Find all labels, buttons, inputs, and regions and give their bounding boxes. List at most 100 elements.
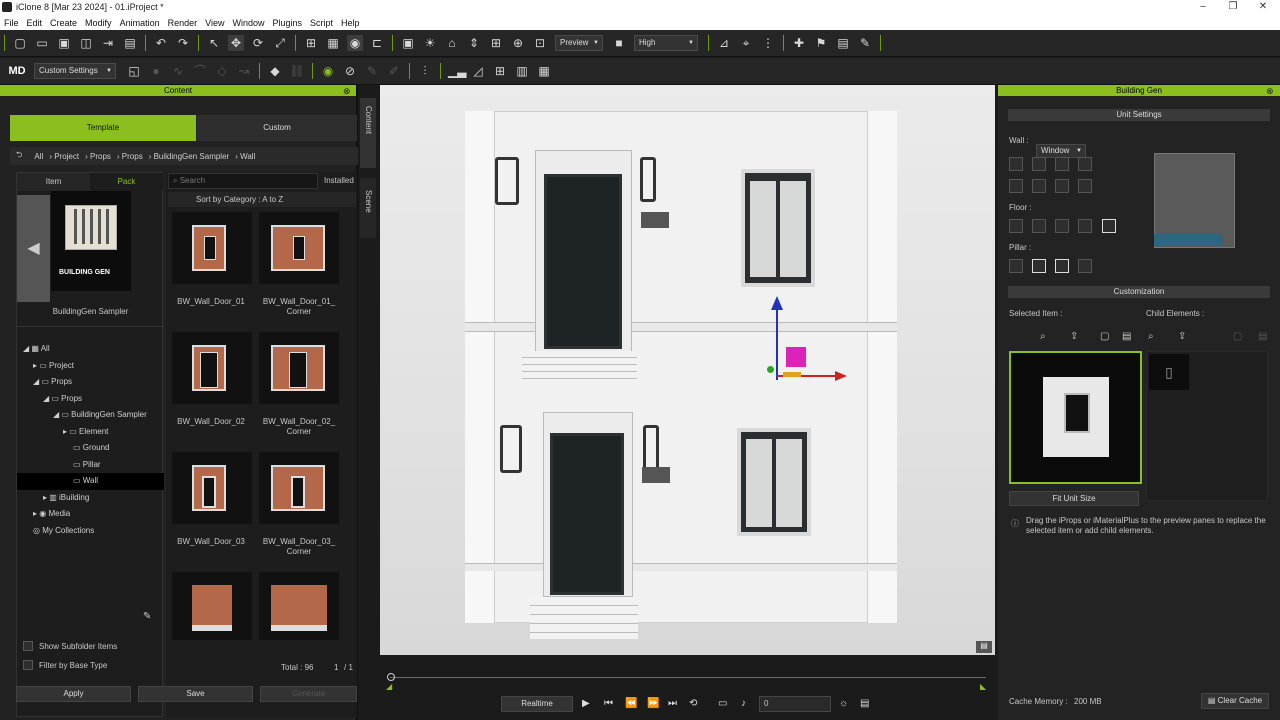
child-add-icon[interactable]: ⇪ (1178, 331, 1186, 342)
tree-buildinggen-sampler[interactable]: ◢ ▭ BuildingGen Sampler (23, 407, 163, 424)
child-paste-icon[interactable]: ▤ (1258, 331, 1267, 342)
pack-thumbnail[interactable]: BUILDING GEN (51, 191, 131, 291)
gizmo-center[interactable] (767, 366, 774, 373)
tree-wall[interactable]: ▭ Wall (17, 473, 164, 490)
perspective-icon[interactable]: ⊡ (532, 35, 548, 51)
undo-icon[interactable]: ↶ (153, 35, 169, 51)
audio-icon[interactable]: ♪ (741, 698, 746, 709)
menu-modify[interactable]: Modify (85, 18, 112, 28)
fit-unit-size-button[interactable]: Fit Unit Size (1009, 491, 1139, 506)
snap-icon[interactable]: ⊞ (303, 35, 319, 51)
side-tab-scene[interactable]: Scene (360, 178, 376, 238)
realtime-dropdown[interactable]: Realtime (501, 696, 573, 712)
camera-icon[interactable]: ■ (611, 35, 627, 51)
pen-icon[interactable]: ✐ (386, 63, 402, 79)
panel-close-icon[interactable]: ⊗ (343, 86, 351, 97)
blend-icon[interactable]: ⊘ (342, 63, 358, 79)
item-thumbnail[interactable] (172, 332, 252, 404)
clipboard-icon[interactable]: ▤ (835, 35, 851, 51)
floor-option-4[interactable] (1078, 219, 1092, 233)
quality-dropdown[interactable]: High (634, 35, 698, 51)
back-icon[interactable]: ⮌ (16, 149, 22, 163)
timeline-track[interactable] (390, 677, 986, 678)
menu-script[interactable]: Script (310, 18, 333, 28)
tree-media[interactable]: ▸ ◉ Media (23, 506, 163, 523)
sort-dropdown[interactable]: Sort by Category : A to Z (168, 192, 356, 207)
filter-base-checkbox[interactable] (23, 660, 33, 670)
wall-option-1[interactable] (1009, 157, 1023, 171)
pillar-option-3[interactable] (1055, 259, 1069, 273)
menu-help[interactable]: Help (341, 18, 360, 28)
transform-icon[interactable]: ⊿ (716, 35, 732, 51)
render-icon[interactable]: ▤ (122, 35, 138, 51)
loop-icon[interactable]: ⟲ (689, 698, 697, 709)
search-input[interactable]: ⌕ Search (168, 173, 318, 189)
pick-icon[interactable]: ✚ (791, 35, 807, 51)
wall-option-7[interactable] (1055, 179, 1069, 193)
circle-icon[interactable]: ◉ (320, 63, 336, 79)
menu-edit[interactable]: Edit (27, 18, 43, 28)
align-tool-icon[interactable]: ⋮ (760, 35, 776, 51)
go-end-icon[interactable]: ⏭ (668, 698, 677, 709)
brush-icon[interactable]: ✎ (364, 63, 380, 79)
tree-my-collections[interactable]: ◎ My Collections (23, 523, 163, 540)
tree-element[interactable]: ▸ ▭ Element (23, 424, 163, 441)
timeline-icon[interactable]: ▤ (860, 698, 869, 709)
item-thumbnail[interactable] (259, 452, 339, 524)
item-thumbnail[interactable] (259, 332, 339, 404)
installed-filter[interactable]: Installed (324, 176, 354, 185)
go-start-icon[interactable]: ⏮ (604, 698, 613, 709)
home-icon[interactable]: ⌂ (444, 35, 460, 51)
subtab-pack[interactable]: Pack (90, 173, 163, 191)
prev-frame-icon[interactable]: ⏪ (625, 698, 637, 709)
tree-project[interactable]: ▸ ▭ Project (23, 358, 163, 375)
item-thumbnail[interactable] (259, 212, 339, 284)
custom-settings-dropdown[interactable]: Custom Settings (34, 63, 116, 79)
prev-arrow-icon[interactable]: ◀ (17, 195, 50, 302)
menu-view[interactable]: View (205, 18, 224, 28)
flag-icon[interactable]: ⚑ (813, 35, 829, 51)
tree-ibuilding[interactable]: ▸ ▥ iBuilding (23, 490, 163, 507)
sliders-icon[interactable]: ⫶ (417, 63, 433, 79)
open-icon[interactable]: ▭ (34, 35, 50, 51)
item-thumbnail[interactable] (172, 212, 252, 284)
save-icon[interactable]: ▣ (56, 35, 72, 51)
wall-option-2[interactable] (1032, 157, 1046, 171)
move-icon[interactable]: ✥ (228, 35, 244, 51)
next-frame-icon[interactable]: ⏩ (647, 698, 659, 709)
align-icon[interactable]: ⊏ (369, 35, 385, 51)
copy-icon[interactable]: ▢ (1100, 331, 1109, 342)
chart-icon[interactable]: ▁▃ (448, 63, 466, 79)
child-search-icon[interactable]: ⌕ (1148, 331, 1154, 342)
mocap-icon[interactable]: ◱ (126, 63, 142, 79)
tool-icon[interactable]: ✎ (857, 35, 873, 51)
3d-viewport[interactable]: ▤ (380, 85, 995, 655)
stage-icon[interactable]: ▣ (400, 35, 416, 51)
select-icon[interactable]: ↖ (206, 35, 222, 51)
child-copy-icon[interactable]: ▢ (1233, 331, 1242, 342)
item-thumbnail[interactable] (172, 572, 252, 640)
tree-all[interactable]: ◢ ▦ All (23, 341, 163, 358)
redo-icon[interactable]: ↷ (175, 35, 191, 51)
gizmo-plane-handle[interactable] (786, 347, 806, 367)
menu-create[interactable]: Create (50, 18, 77, 28)
export-icon[interactable]: ⇥ (100, 35, 116, 51)
wall-option-4[interactable] (1078, 157, 1092, 171)
selected-item-preview[interactable] (1009, 351, 1142, 484)
breadcrumb-project[interactable]: Project (54, 152, 79, 161)
record-icon[interactable]: ● (148, 63, 164, 79)
minimize-icon[interactable]: – (1196, 1, 1210, 14)
floor-option-5[interactable] (1102, 219, 1116, 233)
wall-option-5[interactable] (1009, 179, 1023, 193)
graph-icon[interactable]: ◿ (470, 63, 486, 79)
clear-cache-button[interactable]: ▤ Clear Cache (1201, 693, 1269, 709)
fit-icon[interactable]: ⇕ (466, 35, 482, 51)
path-icon[interactable]: ↝ (236, 63, 252, 79)
side-tab-content[interactable]: Content (360, 98, 376, 168)
tab-template[interactable]: Template (10, 115, 196, 141)
gizmo-y-axis[interactable] (776, 300, 778, 380)
link-icon[interactable]: ⛓ (289, 63, 305, 79)
tree-ground[interactable]: ▭ Ground (23, 440, 163, 457)
camera-view-icon[interactable]: ⊕ (510, 35, 526, 51)
breadcrumb-wall[interactable]: Wall (240, 152, 255, 161)
